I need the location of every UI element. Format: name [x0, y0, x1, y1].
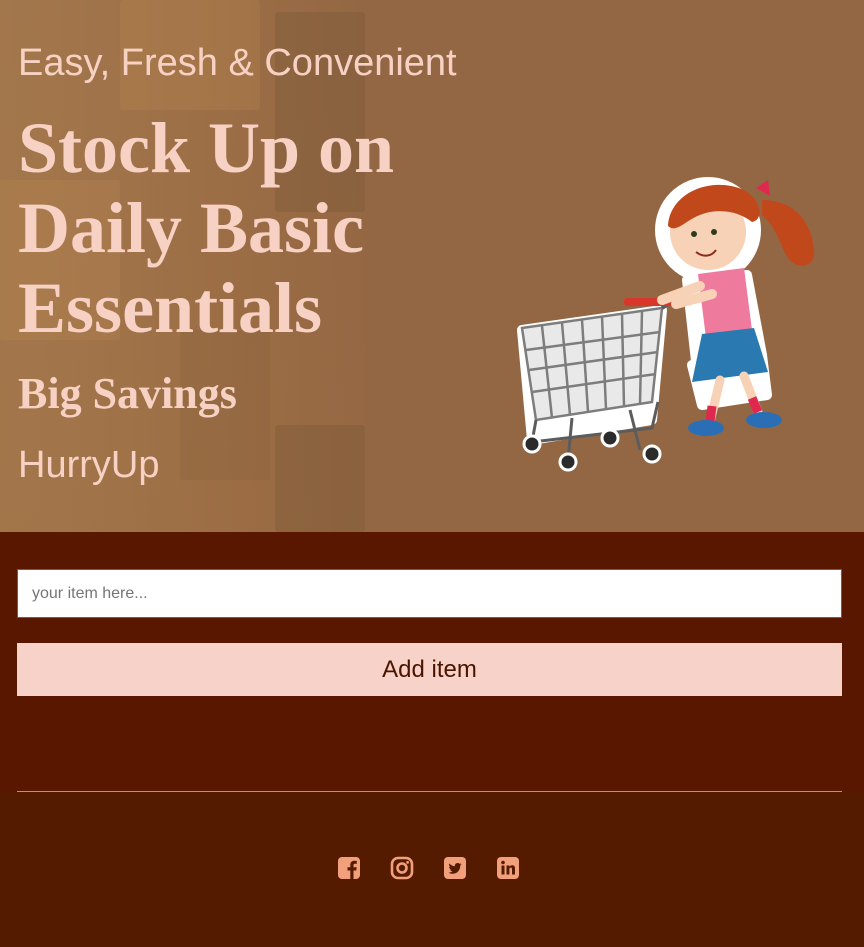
item-input[interactable]	[17, 569, 842, 618]
social-links	[337, 856, 520, 880]
hero-cta-text: HurryUp	[18, 444, 160, 486]
add-item-section: Add item	[0, 532, 864, 792]
hero-subhead: Big Savings	[18, 369, 237, 418]
twitter-icon[interactable]	[443, 856, 467, 880]
facebook-icon[interactable]	[337, 856, 361, 880]
hero-text-block: Easy, Fresh & Convenient Stock Up on Dai…	[18, 40, 478, 488]
hero-tagline: Easy, Fresh & Convenient	[18, 42, 457, 84]
hero-headline: Stock Up on Daily Basic Essentials	[18, 108, 395, 348]
footer	[0, 792, 864, 947]
girl-shopping-cart-illustration	[517, 177, 815, 472]
add-item-button[interactable]: Add item	[17, 643, 842, 696]
instagram-icon[interactable]	[390, 856, 414, 880]
hero-section: Easy, Fresh & Convenient Stock Up on Dai…	[0, 0, 864, 532]
linkedin-icon[interactable]	[496, 856, 520, 880]
